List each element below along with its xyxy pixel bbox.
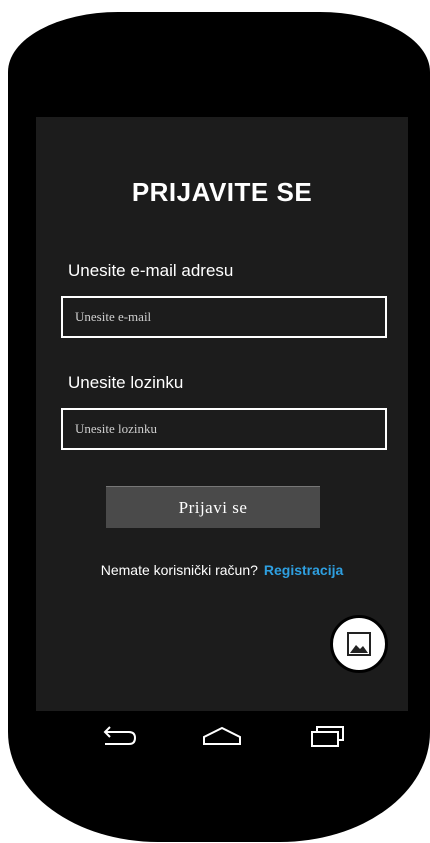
back-button[interactable] (94, 721, 144, 751)
register-row: Nemate korisnički račun? Registracija (36, 562, 408, 578)
back-icon (103, 726, 137, 745)
register-prompt: Nemate korisnički račun? (100, 562, 258, 578)
recent-apps-button[interactable] (302, 721, 352, 751)
login-screen: PRIJAVITE SE Unesite e-mail adresu Unesi… (36, 117, 408, 711)
login-button[interactable]: Prijavi se (106, 486, 320, 528)
navigation-bar (36, 711, 408, 761)
home-button[interactable] (197, 721, 247, 751)
email-label: Unesite e-mail adresu (68, 261, 234, 280)
register-link[interactable]: Registracija (264, 562, 343, 578)
recent-apps-icon (311, 726, 344, 747)
home-icon (203, 726, 241, 745)
image-button[interactable] (330, 615, 388, 673)
password-label: Unesite lozinku (68, 373, 184, 392)
password-field[interactable] (61, 408, 387, 450)
image-icon (347, 632, 371, 656)
page-title: PRIJAVITE SE (131, 177, 313, 207)
email-field[interactable] (61, 296, 387, 338)
